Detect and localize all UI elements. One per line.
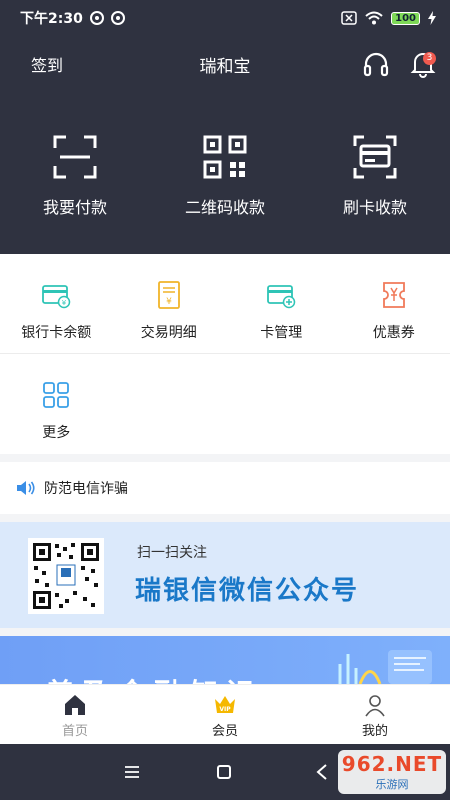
transaction-detail-label: 交易明细 <box>140 325 197 341</box>
watermark-line2: 乐游网 <box>375 778 409 791</box>
battery-level: 100 <box>391 11 420 25</box>
receipt-icon: ¥ <box>157 281 180 309</box>
more-button[interactable]: 更多 <box>0 354 113 454</box>
wifi-icon <box>365 11 383 25</box>
card-balance-button[interactable]: ¥ 银行卡余额 <box>0 254 113 353</box>
hero-header: 签到 瑞和宝 3 我要付款 二维码收款 刷卡收款 <box>0 36 450 254</box>
card-balance-label: 银行卡余额 <box>21 325 92 341</box>
svg-text:VIP: VIP <box>219 706 231 713</box>
charging-icon <box>428 11 436 25</box>
tab-home-label: 首页 <box>61 724 88 739</box>
speaker-icon <box>17 481 35 495</box>
more-label: 更多 <box>42 425 71 441</box>
vip-crown-icon: VIP <box>215 696 235 713</box>
pay-label: 我要付款 <box>42 198 107 217</box>
tab-member-label: 会员 <box>211 724 238 739</box>
qr-code-icon <box>203 135 247 179</box>
headset-icon[interactable] <box>362 50 390 78</box>
knowledge-banner[interactable]: 普及金融知识 <box>0 636 450 684</box>
system-nav-bar: 962.NET 乐游网 <box>0 744 450 800</box>
wechat-banner[interactable]: 扫一扫关注 瑞银信微信公众号 <box>0 522 450 628</box>
tab-mine[interactable]: 我的 <box>300 685 450 744</box>
transaction-detail-button[interactable]: ¥ 交易明细 <box>113 254 226 353</box>
status-bar: 下午2:30 100 <box>0 0 450 36</box>
system-home-icon[interactable] <box>217 765 231 779</box>
coupon-button[interactable]: 优惠券 <box>338 254 450 353</box>
coupon-icon <box>382 282 405 308</box>
coupon-label: 优惠券 <box>372 325 415 341</box>
sim-off-icon <box>341 11 357 25</box>
payment-actions: 我要付款 二维码收款 刷卡收款 <box>0 134 450 218</box>
notification-app-icon <box>89 11 104 25</box>
building-illustration <box>338 650 432 684</box>
banner-title: 瑞银信微信公众号 <box>135 576 360 606</box>
qr-receive-label: 二维码收款 <box>184 198 265 217</box>
notice-text: 防范电信诈骗 <box>44 481 128 497</box>
svg-text:¥: ¥ <box>166 297 172 307</box>
service-grid: ¥ 银行卡余额 ¥ 交易明细 卡管理 优惠券 更多 <box>0 254 450 454</box>
home-icon <box>65 695 85 715</box>
person-icon <box>365 695 385 717</box>
card-manage-label: 卡管理 <box>260 325 303 341</box>
tab-home[interactable]: 首页 <box>0 685 150 744</box>
card-manage-icon <box>267 285 296 309</box>
card-balance-icon: ¥ <box>42 285 71 309</box>
pay-button[interactable]: 我要付款 <box>0 134 150 218</box>
fraud-notice[interactable]: 防范电信诈骗 <box>0 462 450 514</box>
more-grid-icon <box>43 382 70 408</box>
top-nav: 签到 瑞和宝 3 <box>0 36 450 92</box>
qr-receive-button[interactable]: 二维码收款 <box>150 134 300 218</box>
bottom-tab-bar: 首页 VIP 会员 我的 <box>0 684 450 744</box>
notification-badge: 3 <box>423 52 436 65</box>
watermark-logo: 962.NET 乐游网 <box>338 750 446 794</box>
notification-app-icon <box>110 11 125 25</box>
card-swipe-button[interactable]: 刷卡收款 <box>300 134 450 218</box>
banner-subtitle: 扫一扫关注 <box>137 545 207 561</box>
card-manage-button[interactable]: 卡管理 <box>225 254 338 353</box>
qr-code-image <box>28 538 104 614</box>
knowledge-banner-title: 普及金融知识 <box>46 672 262 684</box>
back-icon[interactable] <box>315 764 329 780</box>
menu-icon[interactable] <box>125 766 139 778</box>
tab-mine-label: 我的 <box>361 724 388 739</box>
card-swipe-label: 刷卡收款 <box>342 198 407 217</box>
watermark-line1: 962.NET <box>341 752 443 776</box>
status-time: 下午2:30 <box>20 11 83 27</box>
scan-frame-icon <box>53 135 97 179</box>
card-swipe-icon <box>353 135 397 179</box>
tab-member[interactable]: VIP 会员 <box>150 685 300 744</box>
svg-text:¥: ¥ <box>62 299 67 307</box>
